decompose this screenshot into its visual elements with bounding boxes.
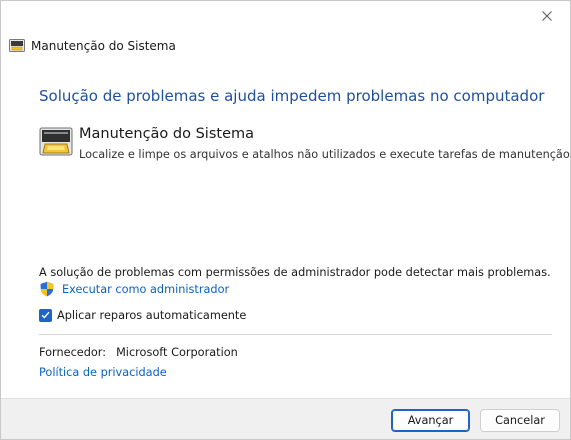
window-header: Manutenção do Sistema [9, 38, 176, 54]
run-as-admin-label[interactable]: Executar como administrador [62, 283, 229, 296]
maintenance-icon [39, 127, 73, 156]
cancel-button[interactable]: Cancelar [480, 409, 560, 432]
auto-repair-checkbox[interactable] [39, 308, 52, 322]
troubleshooter-title: Manutenção do Sistema [79, 126, 254, 142]
close-icon [542, 11, 552, 21]
vendor-info: Fornecedor: Microsoft Corporation [39, 346, 238, 359]
title-bar [1, 1, 570, 33]
maintenance-small-icon [9, 39, 25, 52]
troubleshooter-window: Manutenção do Sistema Solução de problem… [0, 0, 571, 440]
troubleshooter-description: Localize e limpe os arquivos e atalhos n… [79, 148, 571, 161]
divider [39, 334, 552, 335]
next-button[interactable]: Avançar [391, 409, 470, 432]
page-heading: Solução de problemas e ajuda impedem pro… [39, 87, 545, 105]
auto-repair-label[interactable]: Aplicar reparos automaticamente [57, 309, 246, 322]
vendor-label: Fornecedor: [39, 346, 107, 359]
auto-repair-option[interactable]: Aplicar reparos automaticamente [39, 307, 246, 323]
close-button[interactable] [524, 1, 570, 31]
dialog-footer: Avançar Cancelar [1, 398, 570, 439]
privacy-policy-link[interactable]: Política de privacidade [39, 366, 167, 379]
window-title: Manutenção do Sistema [31, 39, 176, 53]
vendor-value: Microsoft Corporation [116, 346, 238, 359]
uac-shield-icon [40, 281, 54, 297]
checkmark-icon [41, 311, 50, 319]
run-as-admin-link[interactable]: Executar como administrador [39, 281, 229, 297]
admin-note: A solução de problemas com permissões de… [39, 266, 551, 279]
